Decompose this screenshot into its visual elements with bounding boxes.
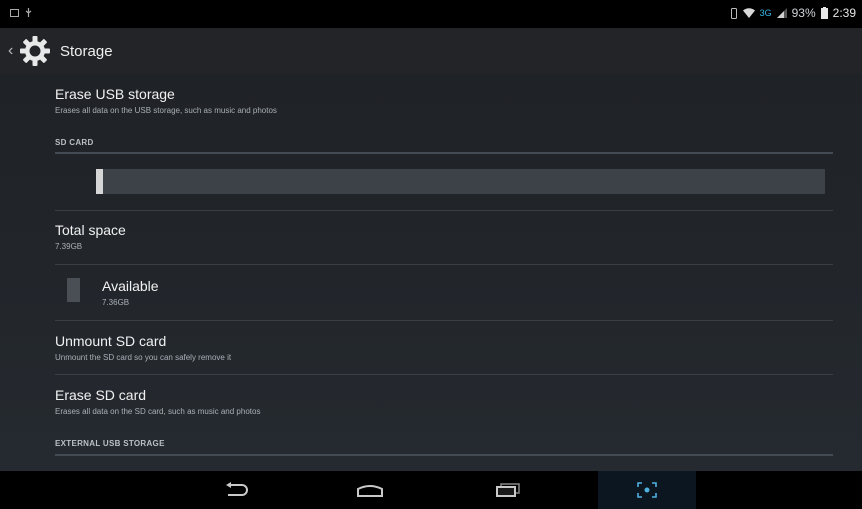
- settings-gear-icon[interactable]: [18, 34, 52, 68]
- navigation-bar: [0, 471, 862, 509]
- wifi-icon: [742, 8, 755, 18]
- erase-usb-title: Erase USB storage: [55, 86, 175, 102]
- divider: [55, 374, 833, 375]
- available-color-swatch: [67, 278, 80, 302]
- divider: [55, 320, 833, 321]
- available-item[interactable]: Available 7.36GB: [102, 278, 832, 309]
- divider: [55, 210, 833, 211]
- back-button[interactable]: [205, 471, 265, 509]
- screenshot-capture-icon: [637, 482, 657, 498]
- usb-icon: [25, 8, 32, 17]
- action-bar: ‹ Storage: [0, 28, 862, 74]
- home-button[interactable]: [340, 471, 400, 509]
- available-title: Available: [102, 278, 159, 294]
- erase-usb-storage-item[interactable]: Erase USB storage Erases all data on the…: [55, 86, 835, 117]
- battery-icon: [820, 7, 828, 19]
- total-space-item: Total space 7.39GB: [55, 222, 835, 253]
- screenshot-capture-button[interactable]: [598, 471, 696, 509]
- erase-sd-summary: Erases all data on the SD card, such as …: [55, 407, 261, 416]
- unmount-sd-title: Unmount SD card: [55, 333, 167, 349]
- storage-usage-bar: [96, 169, 825, 194]
- unmount-sd-card-item[interactable]: Unmount SD card Unmount the SD card so y…: [55, 333, 835, 364]
- screenshot-icon: [10, 8, 19, 17]
- total-space-title: Total space: [55, 222, 126, 238]
- available-value: 7.36GB: [102, 298, 130, 307]
- recent-apps-icon: [496, 483, 520, 497]
- sd-card-divider: [55, 152, 833, 154]
- divider: [55, 264, 833, 265]
- up-chevron-icon[interactable]: ‹: [8, 28, 18, 74]
- erase-sd-title: Erase SD card: [55, 387, 147, 403]
- back-icon: [226, 482, 248, 496]
- signal-icon: [776, 8, 787, 18]
- page-title: Storage: [60, 42, 113, 60]
- sd-card-header: SD CARD: [55, 138, 94, 147]
- home-icon: [357, 485, 383, 497]
- external-usb-storage-header: EXTERNAL USB STORAGE: [55, 439, 165, 448]
- network-type-label: 3G: [759, 8, 772, 18]
- unmount-sd-summary: Unmount the SD card so you can safely re…: [55, 353, 232, 362]
- battery-percent: 93%: [791, 6, 816, 20]
- storage-settings-list: Erase USB storage Erases all data on the…: [0, 74, 862, 471]
- recent-apps-button[interactable]: [478, 471, 538, 509]
- external-usb-divider: [55, 454, 833, 456]
- total-space-value: 7.39GB: [55, 242, 83, 251]
- vibrate-icon: [730, 7, 737, 19]
- clock: 2:39: [832, 6, 856, 20]
- erase-sd-card-item[interactable]: Erase SD card Erases all data on the SD …: [55, 387, 835, 418]
- storage-usage-fill: [96, 169, 104, 194]
- erase-usb-summary: Erases all data on the USB storage, such…: [55, 106, 277, 115]
- status-bar: 3G 93% 2:39: [0, 0, 862, 28]
